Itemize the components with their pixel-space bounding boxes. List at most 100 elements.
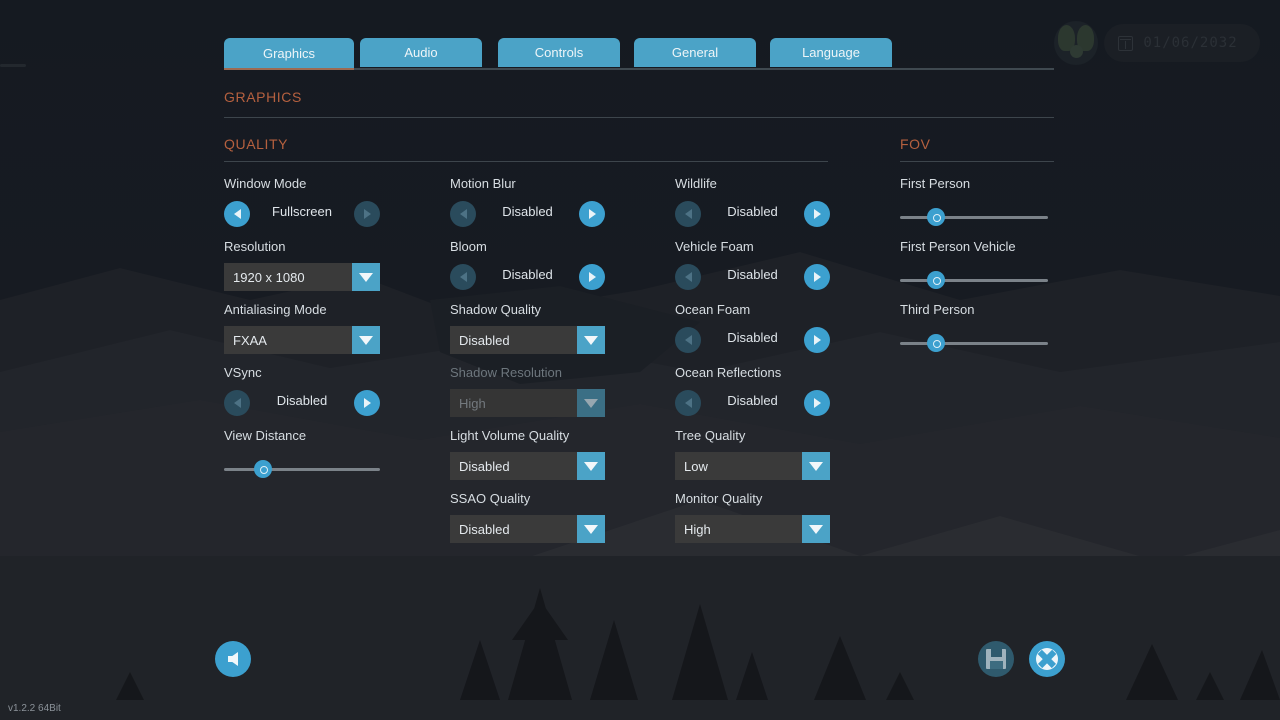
dropdown-resolution[interactable]: 1920 x 1080 [224, 263, 380, 291]
dropdown-value: 1920 x 1080 [224, 270, 352, 285]
dropdown-light-volume-quality[interactable]: Disabled [450, 452, 605, 480]
chevron-down-icon[interactable] [577, 515, 605, 543]
slider-track [900, 279, 1048, 282]
caret-glyph [359, 336, 373, 345]
close-button[interactable] [1029, 641, 1065, 677]
chevron-down-icon[interactable] [577, 452, 605, 480]
setting-third-person: Third Person [900, 302, 1048, 352]
setting-label: Window Mode [224, 176, 380, 191]
dropdown-value: Low [675, 459, 802, 474]
dropdown-shadow-quality[interactable]: Disabled [450, 326, 605, 354]
chevron-down-icon[interactable] [352, 263, 380, 291]
compass-center-dot [1070, 45, 1083, 58]
setting-vehicle-foam: Vehicle FoamDisabled [675, 239, 830, 290]
stepper-next-button[interactable] [579, 201, 605, 227]
close-circle-icon [1036, 648, 1058, 670]
page-title-divider [224, 117, 1054, 118]
tab-label: Audio [404, 45, 437, 60]
setting-antialiasing-mode: Antialiasing Mode FXAA [224, 302, 380, 354]
stepper-next-button[interactable] [804, 327, 830, 353]
caret-glyph [584, 525, 598, 534]
slider-first-person[interactable] [900, 208, 1048, 226]
settings-screen: 01/06/2032 Graphics Audio Controls General L… [0, 0, 1280, 720]
setting-label: Shadow Quality [450, 302, 605, 317]
setting-ocean-foam: Ocean FoamDisabled [675, 302, 830, 353]
setting-label: Bloom [450, 239, 605, 254]
dropdown-tree-quality[interactable]: Low [675, 452, 830, 480]
stepper-next-button[interactable] [804, 390, 830, 416]
setting-shadow-resolution: Shadow ResolutionHigh [450, 365, 605, 417]
dropdown-shadow-resolution: High [450, 389, 605, 417]
stepper-control: Fullscreen [224, 201, 380, 227]
date-display: 01/06/2032 [1104, 24, 1260, 62]
tab-label: General [672, 45, 718, 60]
setting-label: Monitor Quality [675, 491, 830, 506]
quality-section-divider [224, 161, 828, 162]
stepper-next-button[interactable] [354, 390, 380, 416]
arrow-right-icon [814, 209, 821, 219]
setting-view-distance: View Distance [224, 428, 380, 478]
stepper-control: Disabled [450, 264, 605, 290]
setting-resolution: Resolution1920 x 1080 [224, 239, 380, 291]
chevron-down-icon[interactable] [577, 326, 605, 354]
arrow-right-icon [814, 398, 821, 408]
slider-third-person[interactable] [900, 334, 1048, 352]
setting-window-mode: Window Mode Fullscreen [224, 176, 380, 227]
setting-bloom: Bloom Disabled [450, 239, 605, 290]
slider-handle[interactable] [927, 334, 945, 352]
slider-handle[interactable] [927, 271, 945, 289]
chevron-down-icon[interactable] [577, 389, 605, 417]
dropdown-ssao-quality[interactable]: Disabled [450, 515, 605, 543]
save-disk-icon [986, 649, 1006, 669]
setting-label: First Person [900, 176, 1048, 191]
setting-label: First Person Vehicle [900, 239, 1048, 254]
back-button[interactable] [215, 641, 251, 677]
date-text: 01/06/2032 [1133, 35, 1248, 51]
caret-glyph [584, 336, 598, 345]
setting-light-volume-quality: Light Volume QualityDisabled [450, 428, 605, 480]
setting-label: View Distance [224, 428, 380, 443]
arrow-right-icon [364, 398, 371, 408]
dropdown-value: Disabled [450, 522, 577, 537]
stepper-next-button[interactable] [579, 264, 605, 290]
setting-first-person-vehicle: First Person Vehicle [900, 239, 1048, 289]
version-label: v1.2.2 64Bit [8, 703, 61, 714]
slider-first-person-vehicle[interactable] [900, 271, 1048, 289]
slider-handle[interactable] [254, 460, 272, 478]
setting-shadow-quality: Shadow Quality Disabled [450, 302, 605, 354]
arrow-right-icon [814, 335, 821, 345]
slider-view-distance[interactable] [224, 460, 380, 478]
slider-handle[interactable] [927, 208, 945, 226]
stepper-control: Disabled [450, 201, 605, 227]
calendar-icon [1118, 36, 1133, 51]
setting-label: Motion Blur [450, 176, 605, 191]
stepper-next-button[interactable] [354, 201, 380, 227]
settings-tabbar: Graphics Audio Controls General Language [224, 38, 1054, 68]
tab-language[interactable]: Language [770, 38, 892, 67]
background-landscape [0, 0, 1280, 720]
tab-controls[interactable]: Controls [498, 38, 620, 67]
chevron-down-icon[interactable] [802, 452, 830, 480]
setting-first-person: First Person [900, 176, 1048, 226]
tab-graphics[interactable]: Graphics [224, 38, 354, 68]
setting-vsync: VSyncDisabled [224, 365, 380, 416]
setting-label: Tree Quality [675, 428, 830, 443]
quality-section-title: QUALITY [224, 136, 288, 152]
chevron-down-icon[interactable] [352, 326, 380, 354]
stepper-next-button[interactable] [804, 201, 830, 227]
tab-general[interactable]: General [634, 38, 756, 67]
dropdown-value: High [675, 522, 802, 537]
dropdown-monitor-quality[interactable]: High [675, 515, 830, 543]
setting-wildlife: WildlifeDisabled [675, 176, 830, 227]
arrow-right-icon [589, 272, 596, 282]
setting-label: Antialiasing Mode [224, 302, 380, 317]
stepper-control: Disabled [675, 390, 830, 416]
hud-tick-mark [0, 64, 26, 67]
save-button[interactable] [978, 641, 1014, 677]
chevron-down-icon[interactable] [802, 515, 830, 543]
stepper-next-button[interactable] [804, 264, 830, 290]
dropdown-antialiasing-mode[interactable]: FXAA [224, 326, 380, 354]
tab-audio[interactable]: Audio [360, 38, 482, 67]
setting-label: VSync [224, 365, 380, 380]
back-arrow-icon [228, 652, 238, 666]
